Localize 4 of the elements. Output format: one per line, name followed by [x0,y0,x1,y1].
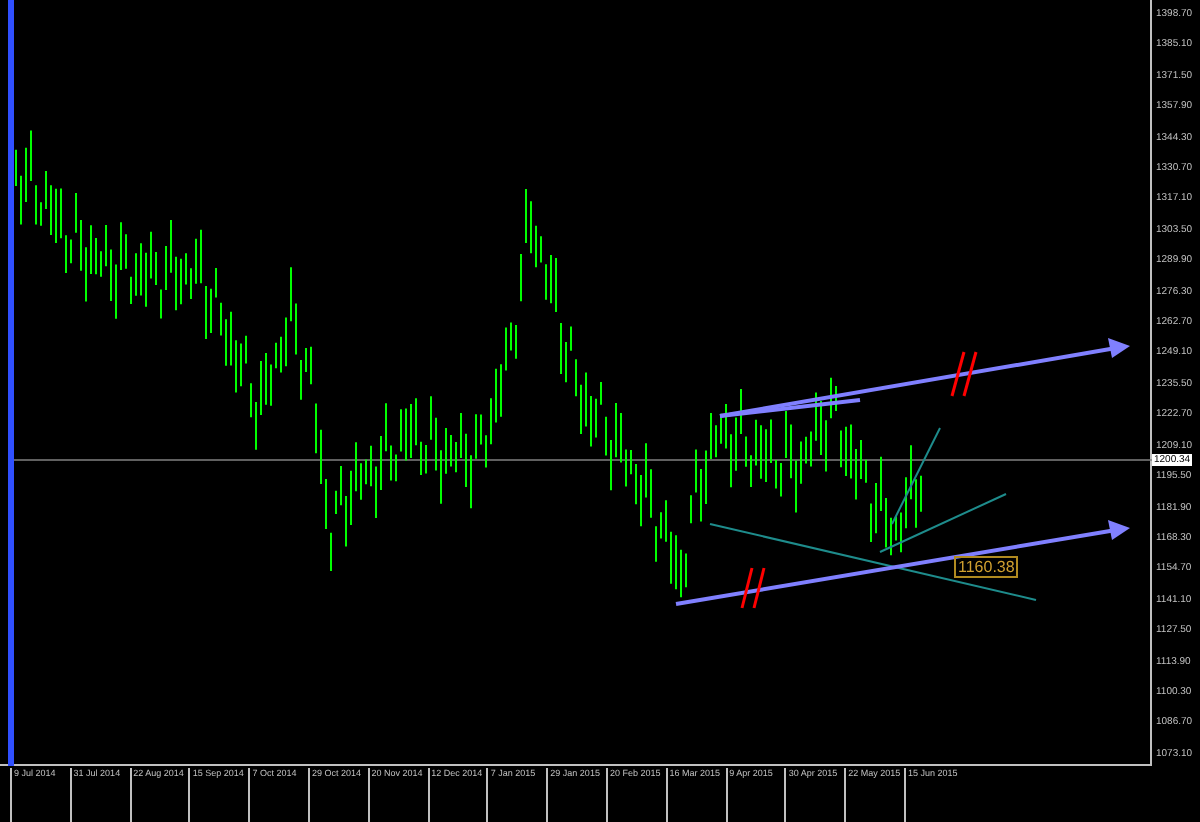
slash-mark [740,567,766,609]
slash-mark [950,351,978,397]
channel-line [719,398,861,418]
price-label: 1160.38 [954,556,1019,578]
